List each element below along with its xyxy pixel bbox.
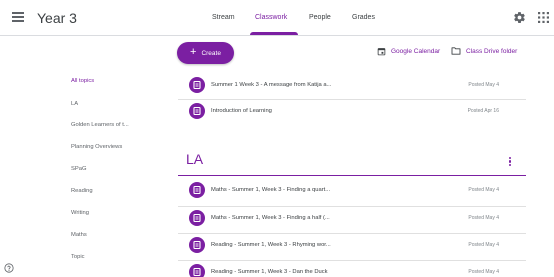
classwork-item[interactable]: Maths - Summer 1, Week 3 - Finding a hal… xyxy=(178,207,526,232)
classwork-item-posted-date: Posted May 4 xyxy=(468,215,499,221)
sidebar-item-maths[interactable]: Maths xyxy=(71,232,87,238)
tab-classwork[interactable]: Classwork xyxy=(255,14,287,21)
calendar-icon xyxy=(377,48,386,56)
create-button-label: Create xyxy=(201,49,221,57)
assignment-icon xyxy=(189,182,205,198)
tab-stream[interactable]: Stream xyxy=(212,14,235,21)
classwork-item[interactable]: Introduction of Learning Posted Apr 16 xyxy=(178,100,526,125)
classwork-item-title: Reading - Summer 1, Week 3 - Dan the Duc… xyxy=(211,269,328,275)
folder-icon xyxy=(451,47,461,55)
class-drive-folder-link[interactable]: Class Drive folder xyxy=(451,47,517,55)
classwork-item[interactable]: Reading - Summer 1, Week 3 - Dan the Duc… xyxy=(178,261,526,277)
sidebar-item-spag[interactable]: SPaG xyxy=(71,166,86,172)
classwork-item-posted-date: Posted May 4 xyxy=(468,242,499,248)
sidebar-item-all-topics[interactable]: All topics xyxy=(71,78,94,84)
classwork-item-posted-date: Posted Apr 16 xyxy=(467,108,499,114)
assignment-icon xyxy=(189,77,205,93)
classwork-item[interactable]: Maths - Summer 1, Week 3 - Finding a qua… xyxy=(178,179,526,204)
assignment-icon xyxy=(189,210,205,226)
classwork-item[interactable]: Reading - Summer 1, Week 3 - Rhyming wor… xyxy=(178,234,526,259)
google-calendar-label: Google Calendar xyxy=(391,48,441,55)
sidebar-item-reading[interactable]: Reading xyxy=(71,188,93,194)
sidebar-item-la[interactable]: LA xyxy=(71,101,78,107)
tab-people[interactable]: People xyxy=(309,14,331,21)
top-app-bar: Year 3 Stream Classwork People Grades xyxy=(0,0,554,36)
sidebar-item-planning-overviews[interactable]: Planning Overviews xyxy=(71,144,122,150)
google-calendar-link[interactable]: Google Calendar xyxy=(377,47,440,56)
classwork-item-posted-date: Posted May 4 xyxy=(468,82,499,88)
classwork-item-title: Introduction of Learning xyxy=(211,108,272,114)
apps-grid-icon[interactable] xyxy=(538,12,549,23)
tab-grades[interactable]: Grades xyxy=(352,14,375,21)
sidebar-item-golden-learners[interactable]: Golden Learners of t... xyxy=(71,122,129,128)
classwork-item-posted-date: Posted May 4 xyxy=(468,269,499,275)
assignment-icon xyxy=(189,237,205,253)
more-vertical-icon[interactable] xyxy=(507,157,513,169)
sidebar-item-writing[interactable]: Writing xyxy=(71,210,89,216)
class-drive-folder-label: Class Drive folder xyxy=(466,47,518,55)
sidebar-item-topic[interactable]: Topic xyxy=(71,254,85,260)
assignment-icon xyxy=(189,264,205,277)
classwork-item-title: Reading - Summer 1, Week 3 - Rhyming wor… xyxy=(211,242,331,248)
topic-heading[interactable]: LA xyxy=(186,151,203,167)
tab-bar: Stream Classwork People Grades xyxy=(0,0,554,36)
classwork-item-title: Summer 1 Week 3 - A message from Katija … xyxy=(211,82,332,88)
plus-icon: + xyxy=(190,46,197,58)
assignment-icon xyxy=(189,103,205,119)
active-tab-indicator xyxy=(250,32,298,35)
topic-divider xyxy=(178,175,526,176)
classwork-item-posted-date: Posted May 4 xyxy=(468,187,499,193)
classwork-item-title: Maths - Summer 1, Week 3 - Finding a qua… xyxy=(211,187,331,193)
classwork-item-title: Maths - Summer 1, Week 3 - Finding a hal… xyxy=(211,215,330,221)
create-button[interactable]: + Create xyxy=(177,42,234,64)
gear-icon[interactable] xyxy=(513,11,526,24)
classwork-item[interactable]: Summer 1 Week 3 - A message from Katija … xyxy=(178,74,526,99)
help-icon[interactable] xyxy=(4,263,14,273)
